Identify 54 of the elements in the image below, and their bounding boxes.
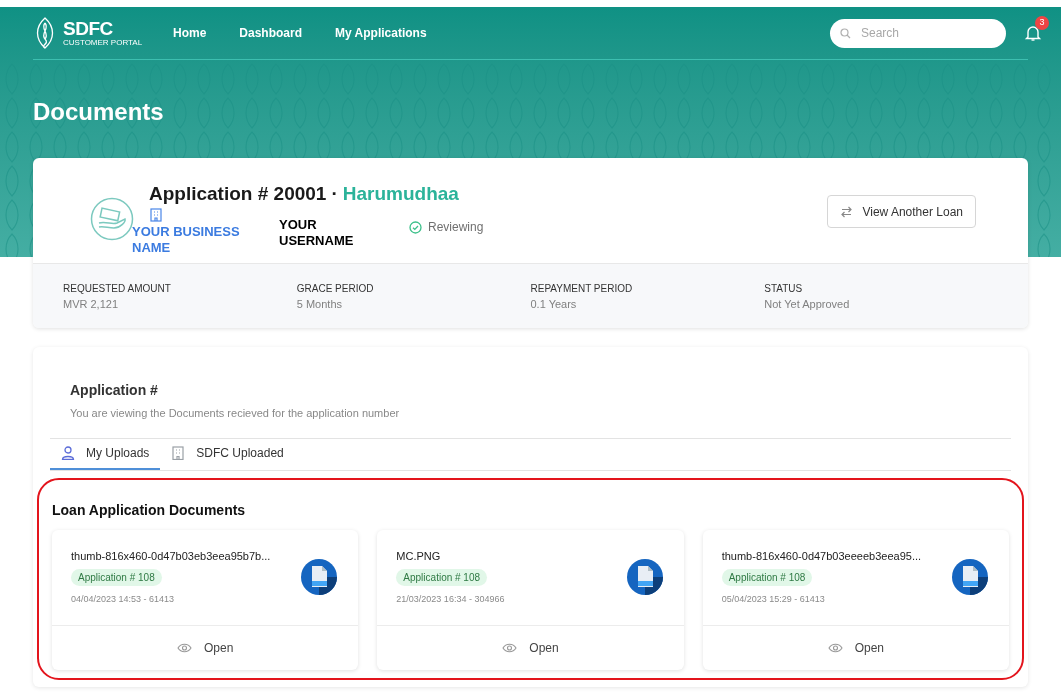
file-icon xyxy=(300,558,339,596)
stat-value: 0.1 Years xyxy=(530,297,578,312)
stat-label: GRACE PERIOD xyxy=(296,282,375,296)
search-field[interactable]: Search xyxy=(830,18,1006,48)
nav-link[interactable]: Dashboard xyxy=(239,24,303,42)
file-icon xyxy=(951,558,989,596)
eye-icon xyxy=(177,642,192,653)
person-icon xyxy=(61,446,75,460)
search-icon xyxy=(840,27,851,39)
stat-label: STATUS xyxy=(764,282,804,296)
file-name: thumb-816x460-0d47b03eeeeb3eea95... xyxy=(721,549,923,564)
notification-count: 3 xyxy=(1035,16,1049,30)
file-name: MC.PNG xyxy=(396,549,442,564)
application-tag: Application # 108 xyxy=(721,568,813,586)
file-name: thumb-816x460-0d47b03eb3eea95b7b... xyxy=(71,549,272,564)
section-title: Application # xyxy=(70,381,159,400)
file-icon xyxy=(625,558,664,596)
username: YOUR USERNAME xyxy=(279,217,355,249)
building-icon xyxy=(150,208,162,222)
stat-label: REQUESTED AMOUNT xyxy=(63,282,172,296)
view-another-loan-button[interactable]: View Another Loan xyxy=(827,195,976,228)
business-name: YOUR BUSINESS NAME xyxy=(132,224,241,256)
section-description: You are viewing the Documents recieved for the application number xyxy=(70,406,401,421)
application-title: Application # 20001 xyxy=(149,183,327,204)
stat-value: 5 Months xyxy=(296,297,343,312)
stat-value: MVR 2,121 xyxy=(63,297,120,312)
tab[interactable]: SDFC Uploaded xyxy=(160,438,295,470)
eye-icon xyxy=(827,642,843,653)
file-meta: 04/04/2023 14:53 - 61413 xyxy=(71,592,176,606)
logo-text: SDFC xyxy=(63,19,114,38)
swap-arrows-icon xyxy=(840,205,854,218)
stat-value: Not Yet Approved xyxy=(764,297,851,312)
building-icon xyxy=(171,446,186,460)
logo-subtitle: CUSTOMER PORTAL xyxy=(63,39,143,47)
title-separator: · xyxy=(331,183,338,204)
application-tag: Application # 108 xyxy=(71,568,162,586)
page-title: Documents xyxy=(33,97,165,127)
stat-label: REPAYMENT PERIOD xyxy=(530,282,634,296)
check-circle-icon xyxy=(409,220,422,234)
status-label: Reviewing xyxy=(428,219,484,236)
money-hand-icon xyxy=(90,197,134,241)
eye-icon xyxy=(502,642,518,653)
nav-link[interactable]: Home xyxy=(173,24,207,42)
open-button[interactable]: Open xyxy=(177,638,234,657)
documents-heading: Loan Application Documents xyxy=(52,500,247,520)
application-tag: Application # 108 xyxy=(396,568,488,586)
tab[interactable]: My Uploads xyxy=(50,438,161,470)
nav-link[interactable]: My Applications xyxy=(335,24,427,42)
applicant-name: Harumudhaa xyxy=(342,183,459,204)
file-meta: 21/03/2023 16:34 - 304966 xyxy=(396,592,506,606)
notification-bell-icon[interactable] xyxy=(1024,24,1042,42)
file-meta: 05/04/2023 15:29 - 61413 xyxy=(721,592,826,606)
open-button[interactable]: Open xyxy=(827,638,884,657)
open-button[interactable]: Open xyxy=(502,638,559,657)
